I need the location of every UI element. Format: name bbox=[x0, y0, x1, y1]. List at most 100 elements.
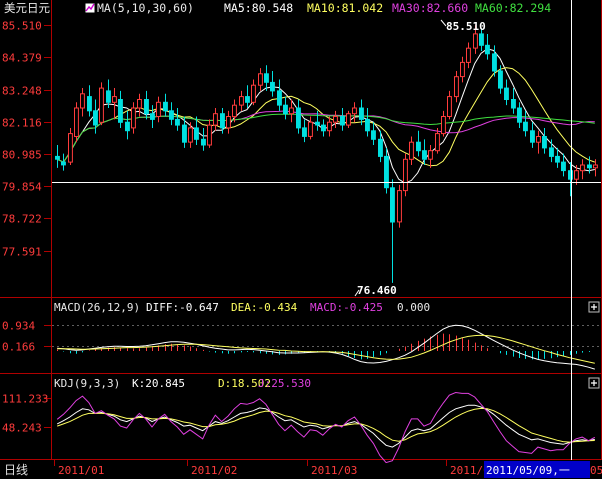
month-label: 2011/02 bbox=[191, 464, 237, 477]
candle-body bbox=[169, 110, 174, 120]
candle bbox=[283, 96, 288, 120]
candle bbox=[213, 108, 218, 131]
candle-body bbox=[258, 73, 263, 86]
candle bbox=[365, 108, 370, 137]
candle-body bbox=[359, 107, 364, 120]
candle-body bbox=[517, 107, 522, 123]
candle-body bbox=[542, 136, 547, 149]
candle-body bbox=[333, 116, 338, 123]
macd-tick-label: 0.934 bbox=[2, 320, 35, 333]
macd-dea-line bbox=[57, 334, 595, 364]
kdj-expand-button[interactable] bbox=[588, 377, 600, 389]
ma5-value: MA5:80.548 bbox=[224, 1, 293, 15]
candle-body bbox=[264, 73, 269, 83]
candle-body bbox=[302, 127, 307, 137]
candle-body bbox=[80, 93, 85, 109]
macd-expand-button[interactable] bbox=[588, 301, 600, 313]
candle-body bbox=[175, 118, 180, 126]
candle bbox=[112, 88, 117, 120]
candle-body bbox=[416, 141, 421, 152]
candle bbox=[536, 130, 541, 154]
candle bbox=[277, 79, 282, 111]
price-tick-label: 85.510 bbox=[2, 20, 42, 33]
candle-body bbox=[156, 101, 161, 118]
candle bbox=[321, 119, 326, 137]
candle-body bbox=[580, 164, 585, 172]
candle-body bbox=[220, 113, 225, 129]
candle-body bbox=[492, 53, 497, 72]
candle-body bbox=[473, 33, 478, 49]
candle bbox=[264, 65, 269, 91]
ma60-line bbox=[56, 113, 595, 163]
price-tick-label: 79.854 bbox=[2, 181, 42, 194]
candle bbox=[352, 102, 357, 123]
candle bbox=[346, 110, 351, 128]
candle bbox=[137, 93, 142, 117]
candle bbox=[523, 110, 528, 137]
candle bbox=[403, 153, 408, 197]
candle bbox=[270, 70, 275, 97]
candle bbox=[504, 79, 509, 106]
candle bbox=[55, 145, 60, 168]
grid-lines bbox=[44, 25, 51, 252]
candle-body bbox=[321, 124, 326, 132]
candle-body bbox=[523, 121, 528, 132]
candle-body bbox=[454, 76, 459, 98]
candle-body bbox=[226, 116, 231, 129]
candle-body bbox=[207, 124, 212, 146]
candle-body bbox=[283, 104, 288, 115]
candle bbox=[441, 110, 446, 137]
candle-body bbox=[74, 107, 79, 137]
candle bbox=[530, 122, 535, 148]
candle-body bbox=[308, 121, 313, 137]
candle bbox=[74, 102, 79, 143]
macd-panel: 0.934 0.166 bbox=[2, 320, 601, 370]
price-tick-label: 82.116 bbox=[2, 117, 42, 130]
low-annotation: 76.460 bbox=[357, 284, 397, 297]
candle-body bbox=[213, 113, 218, 126]
candle bbox=[175, 108, 180, 131]
candle-body bbox=[188, 127, 193, 143]
candle bbox=[397, 184, 402, 228]
y-axis-labels: 85.510 84.379 83.248 82.116 80.985 79.854 78.7… bbox=[2, 20, 42, 259]
price-tick-label: 80.985 bbox=[2, 149, 42, 162]
candle-body bbox=[435, 133, 440, 152]
candle bbox=[302, 119, 307, 143]
candle bbox=[359, 99, 364, 126]
kdj-tick-label: 48.243 bbox=[2, 422, 42, 435]
candle bbox=[454, 70, 459, 103]
candle-body bbox=[106, 90, 111, 103]
candle-body bbox=[561, 161, 566, 172]
candle bbox=[163, 93, 168, 117]
candle-body bbox=[428, 150, 433, 160]
candle-body bbox=[296, 107, 301, 129]
candle-body bbox=[485, 44, 490, 55]
candle-body bbox=[251, 84, 256, 103]
macd-diff: DIFF:-0.647 bbox=[146, 301, 219, 314]
candle-body bbox=[340, 116, 345, 126]
ma30-line bbox=[56, 110, 595, 163]
main-header: 美元日元 MA(5,10,30,60) MA5:80.548 MA10:81.0… bbox=[4, 1, 551, 15]
candle-body bbox=[55, 155, 60, 160]
kdj-panel: 111.233 48.243 bbox=[2, 391, 596, 464]
stock-chart: 85.510 84.379 83.248 82.116 80.985 79.854 78.7… bbox=[0, 0, 602, 479]
kdj-d-line bbox=[57, 407, 595, 443]
kdj-header: KDJ(9,3,3) K:20.845 D:18.502 J:25.530 bbox=[54, 377, 311, 390]
moving-average-lines bbox=[56, 48, 595, 184]
symbol-title: 美元日元 bbox=[4, 1, 50, 15]
candle bbox=[296, 99, 301, 134]
candle-body bbox=[460, 61, 465, 78]
cursor-date-tail: 05 bbox=[590, 464, 602, 477]
candle-body bbox=[403, 158, 408, 192]
candle bbox=[384, 147, 389, 194]
candle bbox=[517, 102, 522, 128]
candle-body bbox=[137, 99, 142, 109]
candle-body bbox=[150, 113, 155, 120]
candle-body bbox=[125, 121, 130, 132]
candle-body bbox=[182, 124, 187, 143]
macd-dea: DEA:-0.434 bbox=[231, 301, 298, 314]
candle bbox=[390, 179, 395, 283]
candle-body bbox=[504, 87, 509, 100]
candle-body bbox=[194, 127, 199, 140]
candle bbox=[93, 99, 98, 134]
